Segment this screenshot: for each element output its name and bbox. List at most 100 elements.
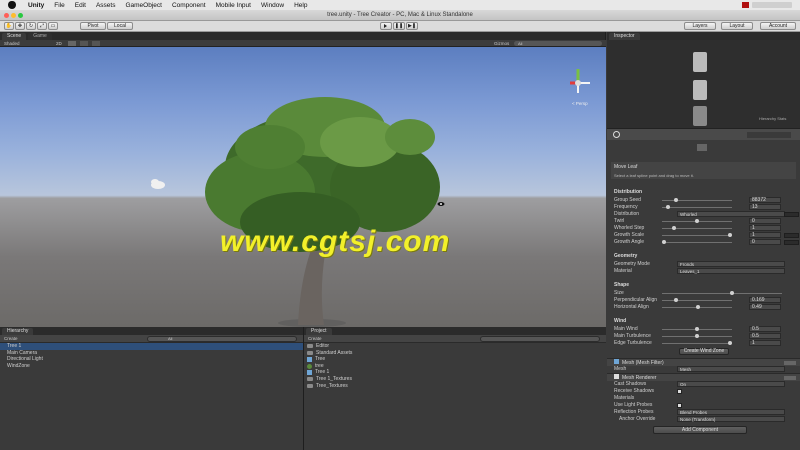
main-turbulence-value[interactable]: 0.5 xyxy=(749,333,781,339)
group-seed-value[interactable]: 88372 xyxy=(749,197,781,203)
axis-gizmo-icon[interactable] xyxy=(570,69,590,93)
perpendicular-align-value[interactable]: 0.169 xyxy=(749,297,781,303)
rect-tool-icon[interactable]: ▭ xyxy=(48,22,58,30)
menu-component[interactable]: Component xyxy=(167,2,211,9)
component-settings-icon[interactable] xyxy=(784,361,796,365)
whorled-step-slider[interactable] xyxy=(662,226,732,230)
zoom-window-icon[interactable] xyxy=(18,13,23,18)
persp-label[interactable]: < Persp xyxy=(572,101,588,106)
scene-viewport[interactable]: < Persp www.cgtsj.com xyxy=(0,47,606,327)
anchor-override-object-field[interactable]: None (Transform) xyxy=(677,416,785,422)
menu-assets[interactable]: Assets xyxy=(91,2,121,9)
apple-icon[interactable] xyxy=(8,1,16,9)
step-button[interactable]: ▶❚ xyxy=(406,22,418,30)
twirl-slider[interactable] xyxy=(662,219,732,223)
growth-angle-field[interactable]: Growth Angle 0 xyxy=(607,239,800,246)
account-dropdown[interactable]: Account xyxy=(760,22,796,30)
growth-scale-value[interactable]: 1 xyxy=(749,232,781,238)
materials-foldout[interactable]: Materials xyxy=(607,395,800,402)
whorled-step-field[interactable]: Whorled Step 1 xyxy=(607,225,800,232)
anchor-override-field[interactable]: Anchor Override None (Transform) xyxy=(607,416,800,423)
hierarchy-item[interactable]: Main Camera xyxy=(0,350,303,357)
local-toggle[interactable]: Local xyxy=(107,22,133,30)
pause-button[interactable]: ❚❚ xyxy=(393,22,405,30)
geometry-mode-field[interactable]: Geometry Mode Fronds xyxy=(607,261,800,268)
project-search-input[interactable] xyxy=(480,336,600,342)
cast-shadows-field[interactable]: Cast Shadows On xyxy=(607,381,800,388)
material-field[interactable]: Material Leaves_1 xyxy=(607,268,800,275)
add-component-button[interactable]: Add Component xyxy=(653,426,747,434)
hierarchy-item[interactable]: Directional Light xyxy=(0,356,303,363)
project-item[interactable]: Editor xyxy=(307,343,606,350)
hierarchy-create-button[interactable]: Create xyxy=(4,335,18,343)
mesh-renderer-enable-checkbox[interactable] xyxy=(614,374,619,379)
main-wind-field[interactable]: Main Wind 0.5 xyxy=(607,326,800,333)
growth-scale-curve[interactable] xyxy=(784,233,799,238)
main-wind-value[interactable]: 0.5 xyxy=(749,326,781,332)
branch-node-icon[interactable] xyxy=(693,52,707,72)
hierarchy-search-input[interactable]: All xyxy=(147,336,297,342)
lighting-toggle-icon[interactable] xyxy=(68,41,76,46)
growth-angle-value[interactable]: 0 xyxy=(749,239,781,245)
growth-angle-curve[interactable] xyxy=(784,240,799,245)
use-light-probes-field[interactable]: Use Light Probes xyxy=(607,402,800,409)
perpendicular-align-slider[interactable] xyxy=(662,298,732,302)
use-light-probes-checkbox[interactable] xyxy=(677,403,682,408)
minimize-window-icon[interactable] xyxy=(11,13,16,18)
cast-shadows-dropdown[interactable]: On xyxy=(677,381,785,387)
main-wind-slider[interactable] xyxy=(662,327,732,331)
tab-game[interactable]: Game xyxy=(28,33,52,40)
project-create-button[interactable]: Create xyxy=(308,335,322,343)
hierarchy-item[interactable]: WindZone xyxy=(0,363,303,370)
geometry-mode-dropdown[interactable]: Fronds xyxy=(677,261,785,267)
growth-scale-field[interactable]: Growth Scale 1 xyxy=(607,232,800,239)
size-field[interactable]: Size xyxy=(607,290,800,297)
mesh-field[interactable]: Mesh Mesh xyxy=(607,366,800,373)
refresh-icon[interactable] xyxy=(613,131,620,138)
twirl-value[interactable]: 0 xyxy=(749,218,781,224)
reflection-probes-field[interactable]: Reflection Probes Blend Probes xyxy=(607,409,800,416)
horizontal-align-field[interactable]: Horizontal Align 0.49 xyxy=(607,304,800,311)
horizontal-align-value[interactable]: 0.49 xyxy=(749,304,781,310)
twirl-field[interactable]: Twirl 0 xyxy=(607,218,800,225)
whorled-step-value[interactable]: 1 xyxy=(749,225,781,231)
mesh-object-field[interactable]: Mesh xyxy=(677,366,785,372)
menu-mobile-input[interactable]: Mobile Input xyxy=(211,2,256,9)
group-seed-slider[interactable] xyxy=(662,198,732,202)
layout-dropdown[interactable]: Layout xyxy=(721,22,753,30)
edge-turbulence-value[interactable]: 1 xyxy=(749,340,781,346)
create-wind-zone-button[interactable]: Create Wind Zone xyxy=(679,348,729,355)
main-turbulence-field[interactable]: Main Turbulence 0.5 xyxy=(607,333,800,340)
menu-gameobject[interactable]: GameObject xyxy=(120,2,167,9)
distribution-curve[interactable] xyxy=(784,212,799,217)
size-slider[interactable] xyxy=(662,291,782,295)
frequency-value[interactable]: 13 xyxy=(749,204,781,210)
receive-shadows-checkbox[interactable] xyxy=(677,389,682,394)
move-tool-icon[interactable]: ✥ xyxy=(15,22,25,30)
scene-search-input[interactable]: All xyxy=(514,41,602,46)
reflection-probes-dropdown[interactable]: Blend Probes xyxy=(677,409,785,415)
scale-tool-icon[interactable]: ⤢ xyxy=(37,22,47,30)
material-object-field[interactable]: Leaves_1 xyxy=(677,268,785,274)
project-item[interactable]: tree xyxy=(307,363,606,370)
node-tools-icons[interactable] xyxy=(747,132,791,138)
mesh-renderer-header[interactable]: Mesh Renderer xyxy=(607,373,800,381)
layers-dropdown[interactable]: Layers xyxy=(684,22,716,30)
component-settings-icon[interactable] xyxy=(784,376,796,380)
menu-app[interactable]: Unity xyxy=(23,2,49,9)
tab-scene[interactable]: Scene xyxy=(2,33,27,40)
move-leaf-icon[interactable] xyxy=(697,144,707,151)
record-icon[interactable] xyxy=(742,2,749,8)
menu-help[interactable]: Help xyxy=(289,2,312,9)
pivot-toggle[interactable]: Pivot xyxy=(80,22,106,30)
menu-file[interactable]: File xyxy=(49,2,69,9)
tab-hierarchy[interactable]: Hierarchy xyxy=(2,328,34,335)
growth-scale-slider[interactable] xyxy=(662,233,732,237)
hand-tool-icon[interactable]: ✋ xyxy=(4,22,14,30)
frequency-field[interactable]: Frequency 13 xyxy=(607,204,800,211)
edge-turbulence-slider[interactable] xyxy=(662,341,732,345)
distribution-field[interactable]: Distribution Whorled xyxy=(607,211,800,218)
frequency-slider[interactable] xyxy=(662,205,732,209)
tab-project[interactable]: Project xyxy=(306,328,332,335)
tab-inspector[interactable]: Inspector xyxy=(609,33,640,40)
